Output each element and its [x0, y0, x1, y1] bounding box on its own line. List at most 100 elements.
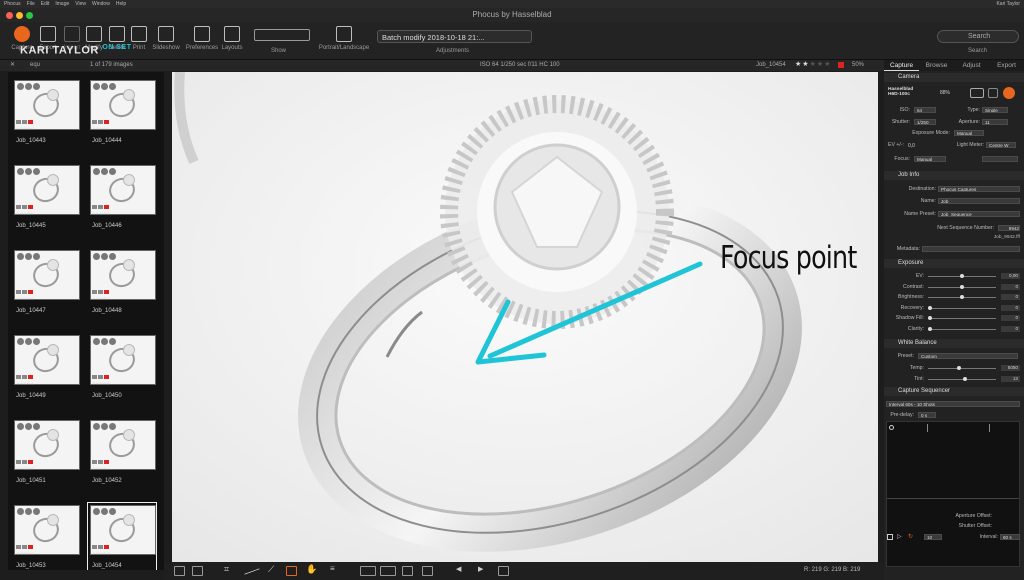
exposure-slider-track[interactable] — [928, 295, 996, 299]
loupe-icon[interactable] — [286, 566, 297, 576]
grid-icon[interactable] — [402, 566, 413, 576]
image-viewer[interactable] — [172, 72, 878, 562]
exposure-slider-track[interactable] — [928, 284, 996, 289]
exposure-slider-value[interactable]: 0 — [1001, 304, 1020, 311]
thumbnail-job-10451[interactable]: ☆☆☆☆☆ Job_10451 — [12, 418, 80, 498]
tab-export[interactable]: Export — [989, 60, 1024, 71]
exposure-slider-value[interactable]: 0 — [1001, 283, 1020, 290]
shots-input[interactable]: 10 — [924, 534, 942, 540]
overlay-icon[interactable] — [380, 566, 396, 576]
thumbnail-rating[interactable]: ☆☆☆☆☆ — [92, 211, 110, 216]
thumbnail-rating[interactable]: ☆☆☆☆☆ — [92, 551, 110, 556]
focus-mask-icon[interactable] — [422, 566, 433, 576]
thumbnail-rating[interactable]: ☆☆☆☆☆ — [92, 126, 110, 131]
thumbnail-job-10449[interactable]: ☆☆☆☆☆ Job_10449 — [12, 333, 80, 413]
stop-icon[interactable] — [887, 534, 893, 540]
batch-modify-select[interactable]: Batch modify 2018-10-18 21:... — [377, 30, 532, 43]
record-capture-button[interactable] — [1003, 87, 1015, 99]
thumbnail-color-labels[interactable] — [16, 460, 33, 464]
thumbnail-rating[interactable]: ☆☆☆☆☆ — [92, 466, 110, 471]
thumbnail-job-10448[interactable]: ☆☆☆☆☆ Job_10448 — [88, 248, 156, 328]
straighten-icon[interactable] — [244, 568, 260, 575]
wb-slider-track[interactable] — [928, 366, 996, 370]
aperture-select[interactable]: 11 — [982, 119, 1008, 125]
thumbnail-color-labels[interactable] — [92, 545, 109, 549]
camera-section-header[interactable]: Camera — [884, 73, 1024, 82]
thumbnail-color-labels[interactable] — [92, 460, 109, 464]
live-view-button[interactable] — [970, 88, 984, 98]
thumbnail-job-10445[interactable]: ☆☆☆☆☆ Job_10445 — [12, 163, 80, 243]
sequencer-timeline[interactable] — [886, 421, 1020, 567]
thumbnail-job-10443[interactable]: ☆☆☆☆☆ Job_10443 — [12, 78, 80, 158]
name-preset-select[interactable]: Job_Sequence — [938, 211, 1020, 217]
exposure-slider-knob[interactable] — [928, 316, 932, 320]
menu-item-window[interactable]: Window — [92, 1, 110, 7]
menu-item-edit[interactable]: Edit — [41, 1, 50, 7]
compare-view-icon[interactable] — [192, 566, 203, 576]
exposure-slider-track[interactable] — [928, 316, 996, 320]
single-view-icon[interactable] — [174, 566, 185, 576]
thumbnail-color-labels[interactable] — [92, 375, 109, 379]
rating-stars[interactable]: ★★★★★ — [795, 60, 831, 68]
exposure-slider-value[interactable]: 0 — [1001, 325, 1020, 332]
thumbnail-job-10444[interactable]: ☆☆☆☆☆ Job_10444 — [88, 78, 156, 158]
menubar-user[interactable]: Kari Taylor — [996, 1, 1020, 7]
interval-input[interactable]: 60 s — [1000, 534, 1020, 540]
tab-adjust[interactable]: Adjust — [954, 60, 989, 71]
wb-slider-value[interactable]: 5050 — [1001, 365, 1020, 371]
autofocus-button[interactable] — [988, 88, 998, 98]
film-strip-icon[interactable] — [360, 566, 376, 576]
fullscreen-icon[interactable] — [498, 566, 509, 576]
exposure-slider-knob[interactable] — [928, 326, 932, 331]
thumbnail-rating[interactable]: ☆☆☆☆☆ — [16, 551, 34, 556]
portrait-landscape-button[interactable]: Portrait/Landscape — [318, 25, 370, 59]
show-segmented-control[interactable] — [254, 29, 310, 41]
previous-image-icon[interactable]: ◀ — [456, 565, 467, 575]
menu-item-phocus[interactable]: Phocus — [4, 1, 21, 7]
capture-sequencer-section-header[interactable]: Capture Sequencer — [884, 387, 1024, 396]
focus-select[interactable]: Manual — [914, 156, 946, 162]
white-balance-section-header[interactable]: White Balance — [884, 339, 1024, 348]
thumbnail-rating[interactable]: ☆☆☆☆☆ — [92, 296, 110, 301]
tab-capture[interactable]: Capture — [884, 60, 919, 71]
predelay-input[interactable]: 0 s — [918, 412, 936, 418]
thumbnail-job-10453[interactable]: ☆☆☆☆☆ Job_10453 — [12, 503, 80, 570]
picker-icon[interactable]: ⟋ — [268, 564, 279, 574]
wb-preset-select[interactable]: Custom — [918, 353, 1018, 359]
metadata-select[interactable] — [922, 246, 1020, 252]
thumbnail-color-labels[interactable] — [92, 205, 109, 209]
shutter-select[interactable]: 1/250 — [914, 119, 936, 125]
wb-slider-value[interactable]: 13 — [1001, 375, 1020, 382]
exposure-slider-knob[interactable] — [960, 274, 964, 278]
exposure-slider-value[interactable]: 0 — [1001, 294, 1020, 300]
layouts-button[interactable]: Layouts — [216, 25, 248, 59]
thumbnail-color-labels[interactable] — [92, 290, 109, 294]
red-label-swatch[interactable] — [838, 62, 844, 68]
exposure-slider-value[interactable]: 0 — [1001, 315, 1020, 321]
menu-icon[interactable]: ≡ — [330, 564, 341, 574]
type-select[interactable]: Single — [982, 107, 1008, 113]
exposure-slider-knob[interactable] — [960, 284, 964, 289]
preferences-button[interactable]: Preferences — [184, 25, 220, 59]
sequencer-preset-select[interactable]: Interval 60s - 10 Shots — [886, 401, 1020, 407]
light-meter-select[interactable]: Centre W — [986, 142, 1016, 148]
thumbnail-rating[interactable]: ☆☆☆☆☆ — [16, 296, 34, 301]
thumbnail-job-10454[interactable]: ☆☆☆☆☆ Job_10454 — [87, 502, 157, 570]
job-info-section-header[interactable]: Job Info — [884, 171, 1024, 180]
menu-item-image[interactable]: Image — [55, 1, 69, 7]
exposure-slider-track[interactable] — [928, 305, 996, 310]
exposure-section-header[interactable]: Exposure — [884, 259, 1024, 268]
next-image-icon[interactable]: ▶ — [478, 565, 489, 575]
wb-slider-knob[interactable] — [957, 366, 962, 370]
thumbnail-job-10452[interactable]: ☆☆☆☆☆ Job_10452 — [88, 418, 156, 498]
job-name-input[interactable]: Job — [938, 198, 1020, 204]
thumbnail-color-labels[interactable] — [16, 375, 33, 379]
slideshow-button[interactable]: Slideshow — [150, 25, 182, 59]
crop-icon[interactable]: ⌗ — [224, 564, 235, 574]
ev-value[interactable]: 0,0 — [908, 143, 915, 149]
thumbnail-rating[interactable]: ☆☆☆☆☆ — [16, 211, 34, 216]
menu-item-view[interactable]: View — [75, 1, 86, 7]
zoom-level[interactable]: 50% — [852, 62, 864, 68]
tab-browse[interactable]: Browse — [919, 60, 954, 71]
thumbnail-job-10446[interactable]: ☆☆☆☆☆ Job_10446 — [88, 163, 156, 243]
